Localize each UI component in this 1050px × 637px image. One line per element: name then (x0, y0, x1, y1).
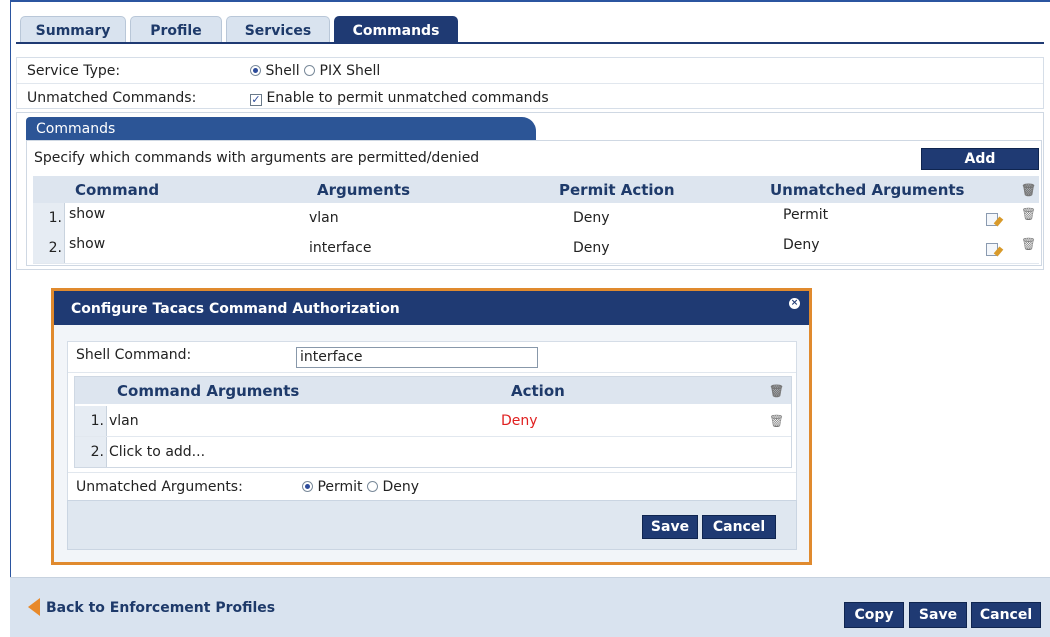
table-row[interactable]: 2. show interface Deny Deny 🗑 (33, 233, 1039, 264)
shell-command-label: Shell Command: (76, 347, 192, 363)
deny-label: Deny (382, 479, 420, 495)
delete-icon[interactable]: 🗑 (769, 414, 784, 428)
table-row[interactable]: 2. Click to add... (75, 437, 791, 467)
tab-commands[interactable]: Commands (334, 16, 458, 43)
header-action: Action (511, 382, 565, 400)
service-type-options: Shell PIX Shell (250, 59, 380, 83)
unmatched-commands-label: Unmatched Commands: (27, 90, 197, 106)
back-arrow-icon (28, 598, 40, 616)
close-icon[interactable]: × (789, 298, 800, 309)
row-number: 2. (75, 437, 107, 467)
unmatched-commands-row: Unmatched Commands: ✓ Enable to permit u… (17, 86, 1043, 110)
commands-section-title: Commands (26, 117, 536, 140)
shell-command-row: Shell Command: interface (68, 342, 796, 373)
row-permit-action: Deny (573, 240, 610, 256)
unmatched-arguments-row: Unmatched Arguments: Permit Deny (68, 472, 796, 501)
table-row[interactable]: 1. vlan Deny 🗑 (75, 406, 791, 437)
service-type-label: Service Type: (27, 63, 121, 79)
row-arguments: interface (309, 240, 372, 256)
row-unmatched-arguments: Deny (783, 237, 820, 253)
permit-radio[interactable] (302, 481, 313, 492)
row-command: show (69, 206, 106, 222)
row-command: show (69, 236, 106, 252)
commands-description: Specify which commands with arguments ar… (34, 150, 480, 166)
header-arguments: Arguments (317, 181, 411, 199)
shell-radio[interactable] (250, 65, 261, 76)
dialog-cancel-button[interactable]: Cancel (702, 515, 776, 539)
delete-icon[interactable]: 🗑 (1021, 207, 1036, 221)
delete-all-icon[interactable]: 🗑 (1021, 176, 1036, 204)
tab-summary[interactable]: Summary (20, 16, 126, 43)
pix-shell-label: PIX Shell (319, 63, 381, 79)
tab-profile[interactable]: Profile (130, 16, 222, 43)
add-button[interactable]: Add (921, 148, 1039, 170)
pix-shell-radio[interactable] (304, 65, 316, 76)
shell-label: Shell (265, 63, 300, 79)
row-number: 1. (33, 203, 65, 233)
deny-radio[interactable] (367, 481, 378, 492)
row-number: 2. (33, 233, 65, 263)
service-type-row: Service Type: Shell PIX Shell (17, 59, 1043, 84)
arguments-grid-header: Command Arguments Action 🗑 (75, 377, 791, 404)
unmatched-commands-text: Enable to permit unmatched commands (266, 90, 549, 106)
tab-underline (16, 42, 1044, 44)
copy-button[interactable]: Copy (844, 602, 904, 628)
dialog-button-bar: Save Cancel (67, 500, 797, 550)
arguments-grid: Command Arguments Action 🗑 1. vlan Deny … (74, 376, 792, 468)
header-unmatched-arguments: Unmatched Arguments (770, 181, 965, 199)
row-number: 1. (75, 406, 107, 436)
unmatched-commands-option: ✓ Enable to permit unmatched commands (250, 86, 549, 110)
back-link-label: Back to Enforcement Profiles (46, 600, 276, 616)
edit-icon[interactable] (986, 243, 998, 256)
table-row[interactable]: 1. show vlan Deny Permit 🗑 (33, 203, 1039, 234)
click-to-add[interactable]: Click to add... (109, 437, 205, 467)
tab-services[interactable]: Services (226, 16, 330, 43)
row-permit-action: Deny (573, 210, 610, 226)
save-button[interactable]: Save (909, 602, 967, 628)
settings-table: Service Type: Shell PIX Shell Unmatched … (16, 57, 1044, 109)
dialog-save-button[interactable]: Save (642, 515, 698, 539)
edit-icon[interactable] (986, 213, 998, 226)
header-command-arguments: Command Arguments (117, 382, 300, 400)
header-permit-action: Permit Action (559, 181, 675, 199)
row-arguments: vlan (309, 210, 339, 226)
delete-all-icon[interactable]: 🗑 (769, 377, 784, 405)
cancel-button[interactable]: Cancel (971, 602, 1041, 628)
unmatched-arguments-label: Unmatched Arguments: (76, 479, 243, 495)
unmatched-commands-checkbox[interactable]: ✓ (250, 94, 262, 106)
permit-label: Permit (317, 479, 363, 495)
unmatched-arguments-options: Permit Deny (302, 479, 419, 495)
delete-icon[interactable]: 🗑 (1021, 237, 1036, 251)
commands-grid-header: Command Arguments Permit Action Unmatche… (33, 176, 1039, 203)
dialog-title: Configure Tacacs Command Authorization (54, 291, 809, 325)
row-argument: vlan (109, 413, 139, 429)
row-action: Deny (501, 413, 538, 429)
shell-command-input[interactable]: interface (296, 347, 538, 368)
header-command: Command (75, 181, 160, 199)
command-authorization-dialog: Configure Tacacs Command Authorization ×… (51, 288, 812, 565)
row-unmatched-arguments: Permit (783, 207, 829, 223)
commands-panel: Specify which commands with arguments ar… (26, 140, 1042, 266)
back-link[interactable]: Back to Enforcement Profiles (28, 598, 275, 616)
